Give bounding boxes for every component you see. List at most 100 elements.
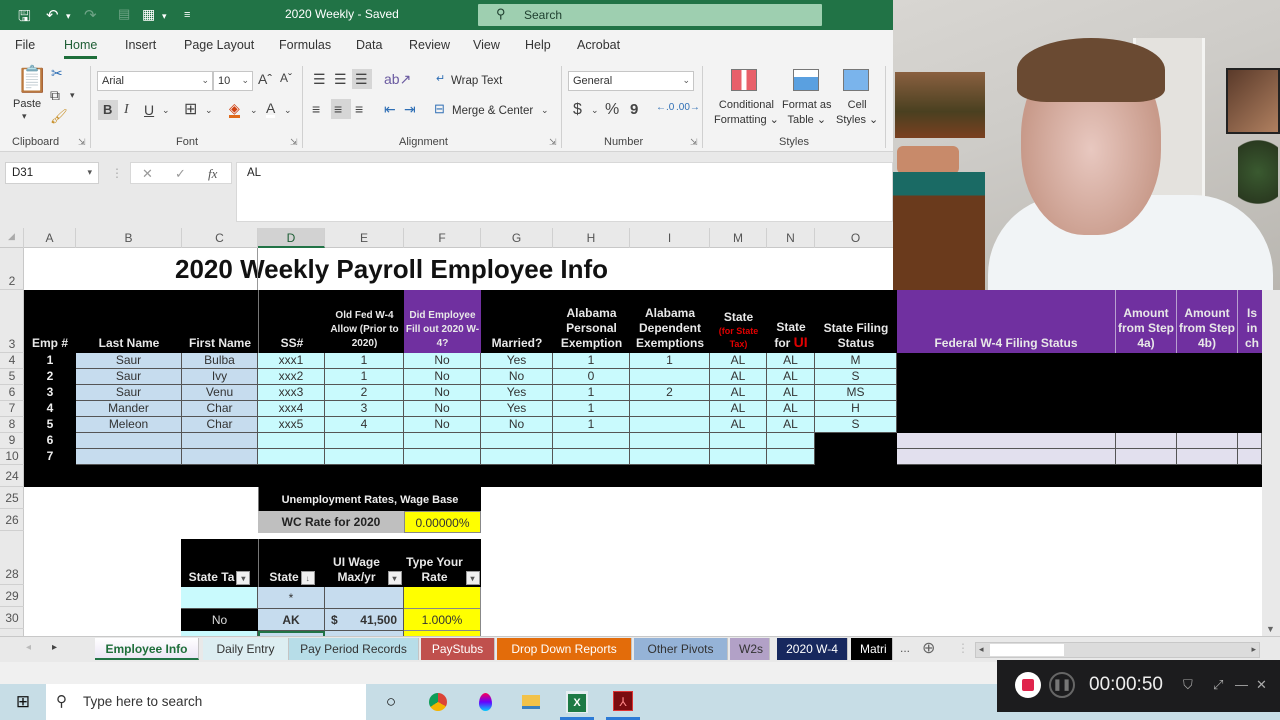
excel-icon[interactable]: X (566, 691, 588, 713)
comma-button[interactable]: 9 (630, 102, 638, 117)
cell-emp[interactable]: 7 (24, 449, 76, 465)
cell-old-w4[interactable] (325, 433, 404, 449)
cell-federal-blank[interactable] (1177, 449, 1238, 465)
cell-al-personal[interactable]: 1 (553, 385, 630, 401)
cell-al-dependent[interactable] (630, 417, 710, 433)
copy-icon[interactable]: ⧉ (50, 88, 60, 102)
ui-cell-rate[interactable] (404, 587, 481, 609)
cell-old-w4[interactable]: 3 (325, 401, 404, 417)
header-al-personal[interactable]: Alabama Personal Exemption (553, 290, 630, 353)
ui-header-state[interactable]: State ↓ (258, 539, 325, 587)
column-header-b[interactable]: B (76, 228, 182, 248)
cell-did-fill[interactable] (404, 433, 481, 449)
wrap-text-button[interactable]: Wrap Text (451, 75, 502, 87)
close-icon[interactable]: ✕ (1256, 677, 1267, 693)
align-center-icon[interactable]: ≡ (331, 99, 351, 119)
formula-input[interactable]: AL (236, 162, 893, 222)
format-painter-icon[interactable]: 🖌 (50, 109, 68, 123)
cell-first[interactable]: Venu (182, 385, 258, 401)
underline-dropdown-icon[interactable]: ⌄ (162, 106, 170, 115)
header-ss[interactable]: SS# (258, 290, 325, 353)
cell-married[interactable]: No (481, 369, 553, 385)
cell-al-dependent[interactable]: 2 (630, 385, 710, 401)
fill-color-icon[interactable]: ◈ (229, 101, 240, 118)
cell-federal-blank[interactable] (1238, 449, 1262, 465)
increase-indent-icon[interactable]: ⇥ (404, 102, 416, 116)
column-header-f[interactable]: F (404, 228, 481, 248)
cell-state-tax[interactable]: AL (710, 385, 767, 401)
cell-state-filing[interactable]: S (815, 369, 897, 385)
insert-function-icon[interactable]: fx (208, 166, 217, 182)
paste-button[interactable]: Paste (13, 98, 41, 110)
cell-ss[interactable]: xxx5 (258, 417, 325, 433)
ui-header-rate[interactable]: Type Your Rate ▾ (404, 539, 481, 587)
column-header-d[interactable]: D (258, 228, 325, 248)
font-color-icon[interactable]: A (266, 101, 276, 118)
minimize-icon[interactable]: — (1235, 677, 1248, 692)
cell-married[interactable]: Yes (481, 353, 553, 369)
cell-state-ui[interactable] (767, 449, 815, 465)
cell-state-filing[interactable]: MS (815, 385, 897, 401)
cell-federal-blank[interactable] (1116, 449, 1177, 465)
cell-emp[interactable]: 3 (24, 385, 76, 401)
cell-styles-button[interactable]: Cell Styles ⌄ (836, 98, 878, 128)
search-box[interactable]: ⚲ Search (478, 4, 822, 26)
cell-did-fill[interactable]: No (404, 353, 481, 369)
wrap-text-icon[interactable]: ↵ (436, 74, 445, 85)
dialog-launcher-icon[interactable]: ⇲ (690, 138, 698, 147)
cell-married[interactable] (481, 433, 553, 449)
cell-old-w4[interactable] (325, 449, 404, 465)
form-dropdown-icon[interactable]: ▾ (162, 11, 167, 22)
ui-cell-state[interactable]: AK (258, 609, 325, 631)
sheet-tab-2020-w-4[interactable]: 2020 W-4 (777, 638, 848, 660)
expand-icon[interactable]: ⤢ (1213, 677, 1223, 693)
currency-button[interactable]: $ (573, 102, 582, 118)
cell-state-tax[interactable] (710, 433, 767, 449)
cell-married[interactable]: Yes (481, 401, 553, 417)
cell-al-dependent[interactable] (630, 401, 710, 417)
ui-cell-wage[interactable]: $ 41,500 (325, 609, 404, 631)
align-top-icon[interactable]: ☰ (313, 72, 326, 86)
align-left-icon[interactable]: ≡ (312, 102, 320, 116)
cell-ss[interactable] (258, 449, 325, 465)
header-last-name[interactable]: Last Name (76, 290, 182, 353)
scroll-left-icon[interactable]: ◂ (979, 644, 984, 655)
row-header-24[interactable]: 24 (0, 465, 24, 487)
add-sheet-icon[interactable]: ⊕ (922, 638, 935, 658)
shield-icon[interactable]: ⛉ (1183, 677, 1193, 693)
font-size-select[interactable]: 10 ⌄ (213, 71, 253, 91)
tab-file[interactable]: File (15, 38, 35, 52)
tab-data[interactable]: Data (356, 38, 382, 52)
horizontal-scrollbar[interactable]: ◂ ▸ (975, 642, 1260, 658)
align-right-icon[interactable]: ≡ (355, 102, 363, 116)
cell-state-ui[interactable]: AL (767, 401, 815, 417)
header-state-tax[interactable]: State (for State Tax) (710, 290, 767, 353)
column-header-i[interactable]: I (630, 228, 710, 248)
borders-icon[interactable]: ⊞ (184, 102, 197, 118)
cell-federal-blank[interactable] (897, 433, 1116, 449)
decrease-indent-icon[interactable]: ⇤ (384, 102, 396, 116)
align-bottom-icon[interactable]: ☰ (352, 69, 372, 89)
conditional-formatting-button[interactable]: Conditional Formatting ⌄ (714, 98, 779, 128)
cell-last[interactable]: Saur (76, 385, 182, 401)
cell-state-filing[interactable]: S (815, 417, 897, 433)
cell-first[interactable]: Char (182, 401, 258, 417)
cell-old-w4[interactable]: 2 (325, 385, 404, 401)
cell-ss[interactable]: xxx2 (258, 369, 325, 385)
undo-icon[interactable]: ↶ (46, 6, 59, 24)
undo-dropdown-icon[interactable]: ▾ (66, 11, 71, 22)
merge-center-button[interactable]: Merge & Center (452, 105, 533, 117)
format-as-table-button[interactable]: Format as Table ⌄ (782, 98, 832, 128)
windows-start-icon[interactable]: ⊞ (12, 691, 34, 713)
scroll-right-icon[interactable]: ▸ (1251, 644, 1256, 655)
taskbar-search[interactable]: ⚲ Type here to search (46, 684, 366, 720)
increase-decimal-icon[interactable]: ←.0 (656, 103, 674, 113)
row-header-6[interactable]: 6 (0, 385, 24, 401)
cancel-icon[interactable]: ✕ (142, 166, 153, 182)
cell-old-w4[interactable]: 1 (325, 353, 404, 369)
underline-button[interactable]: U (144, 103, 154, 117)
currency-dropdown-icon[interactable]: ⌄ (591, 106, 599, 115)
cell-emp[interactable]: 5 (24, 417, 76, 433)
cell-al-personal[interactable] (553, 433, 630, 449)
row-header-26[interactable]: 26 (0, 509, 24, 531)
